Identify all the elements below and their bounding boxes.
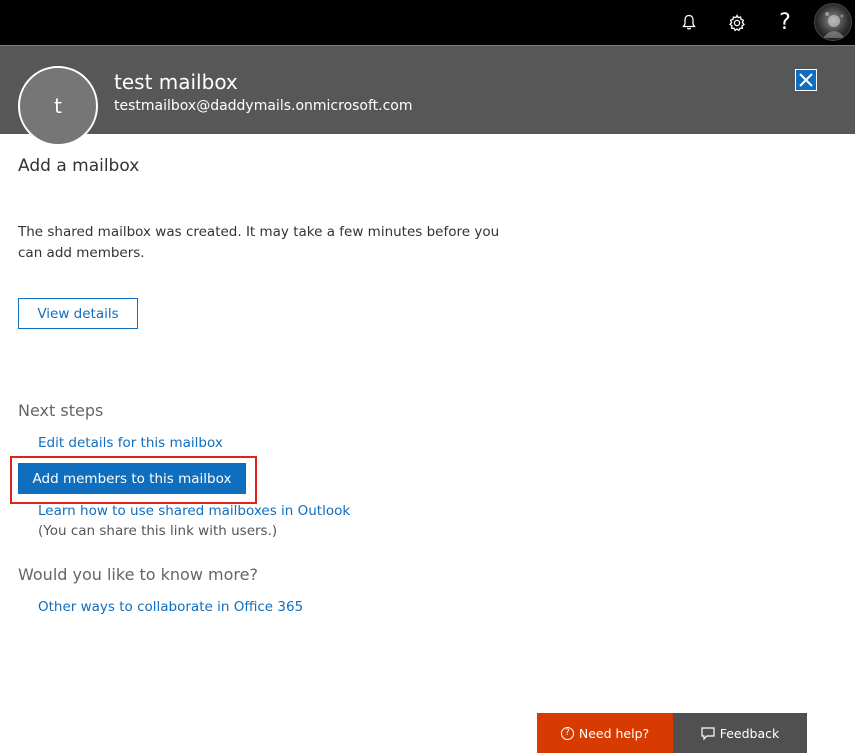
share-link-note: (You can share this link with users.) xyxy=(38,523,278,539)
other-ways-link[interactable]: Other ways to collaborate in Office 365 xyxy=(38,599,303,615)
close-icon xyxy=(799,73,813,87)
add-members-button[interactable]: Add members to this mailbox xyxy=(18,463,246,494)
edit-details-link[interactable]: Edit details for this mailbox xyxy=(38,435,223,451)
mailbox-email: testmailbox@daddymails.onmicrosoft.com xyxy=(114,98,413,114)
settings-button[interactable] xyxy=(713,0,761,45)
close-panel-button[interactable] xyxy=(795,69,817,91)
mailbox-avatar: t xyxy=(18,66,98,146)
know-more-heading: Would you like to know more? xyxy=(18,565,258,584)
mailbox-name: test mailbox xyxy=(114,70,238,94)
user-avatar[interactable] xyxy=(814,3,852,41)
learn-shared-mailboxes-link[interactable]: Learn how to use shared mailboxes in Out… xyxy=(38,503,350,519)
bell-icon xyxy=(682,14,696,30)
gear-icon xyxy=(729,13,745,31)
next-steps-heading: Next steps xyxy=(18,401,104,420)
help-button[interactable]: ? xyxy=(761,0,809,45)
help-icon: ? xyxy=(779,10,791,35)
need-help-button[interactable]: ? Need help? xyxy=(537,713,673,753)
top-app-bar: ? xyxy=(0,0,855,45)
speech-bubble-icon xyxy=(701,726,715,740)
avatar-photo-icon xyxy=(823,12,845,38)
status-message: The shared mailbox was created. It may t… xyxy=(18,224,500,261)
page-title: Add a mailbox xyxy=(18,156,140,176)
question-circle-icon: ? xyxy=(560,726,574,740)
avatar-initial: t xyxy=(54,94,62,118)
feedback-button[interactable]: Feedback xyxy=(673,713,807,753)
need-help-label: Need help? xyxy=(578,725,650,741)
view-details-button[interactable]: View details xyxy=(18,298,138,329)
notifications-button[interactable] xyxy=(665,0,713,45)
feedback-label: Feedback xyxy=(719,725,780,741)
